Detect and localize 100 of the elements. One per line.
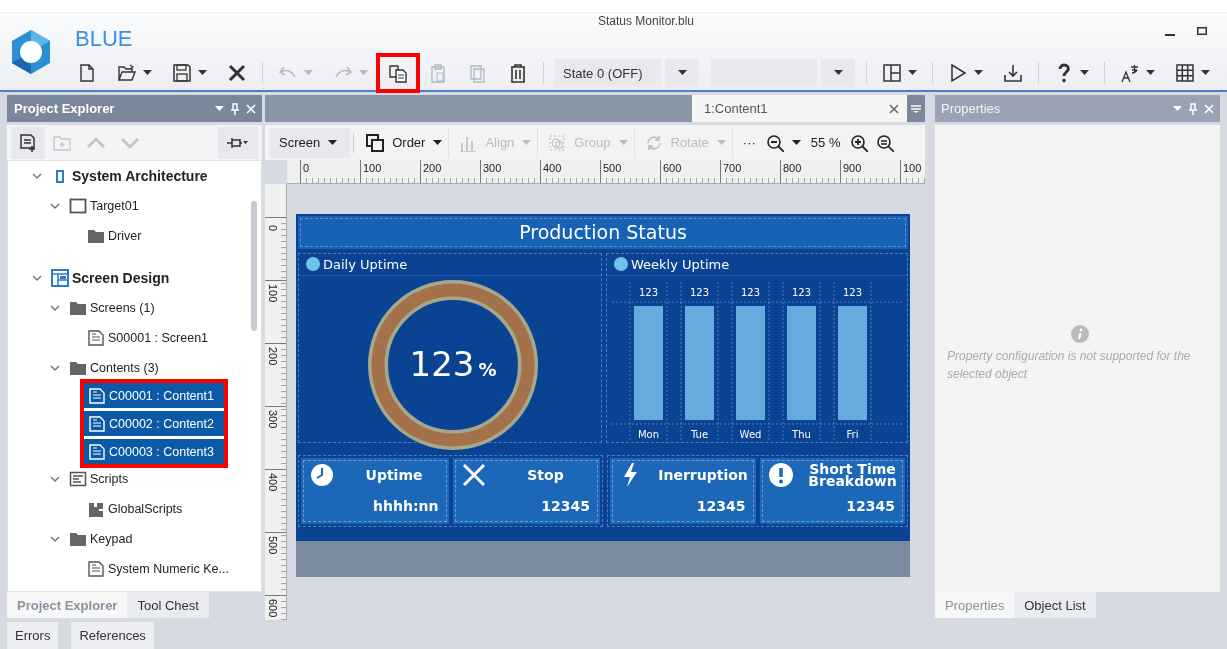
caret-icon[interactable] — [908, 70, 917, 76]
caret-icon[interactable] — [677, 70, 687, 76]
component-icon — [56, 169, 64, 183]
caret-icon[interactable] — [833, 70, 843, 76]
caret-icon[interactable] — [143, 70, 152, 76]
page-icon — [88, 442, 106, 461]
day-label: Wed — [739, 429, 762, 440]
stat-value: 12345 — [695, 497, 747, 514]
script-window-icon — [69, 470, 87, 488]
tree-item-label: C00001 : Content1 — [109, 388, 214, 403]
caret-icon[interactable] — [1201, 70, 1210, 76]
scrollbar-thumb[interactable] — [251, 201, 257, 331]
tree-item[interactable]: System Architecture — [49, 164, 226, 188]
ruler-label: 100 — [363, 162, 382, 174]
tree-item[interactable]: Contents (3) — [67, 355, 177, 381]
app-name: BLUE — [74, 26, 133, 53]
caret-icon[interactable] — [974, 70, 983, 76]
chevron-icon[interactable] — [31, 170, 43, 182]
stat-value: 12345 — [845, 497, 896, 514]
close-icon[interactable] — [889, 103, 899, 114]
caret-icon[interactable] — [1146, 70, 1155, 76]
tree-item[interactable]: Scripts — [67, 466, 147, 492]
panel-tab[interactable]: Object List — [1014, 592, 1096, 618]
chevron-icon[interactable] — [49, 533, 61, 545]
ruler-label: 200 — [423, 162, 442, 174]
puzzle-icon — [87, 500, 105, 518]
save-icon — [172, 63, 192, 83]
tree-item-label: System Architecture — [72, 168, 208, 184]
tree-item[interactable]: Screen Design — [49, 265, 188, 291]
clipboard-icon — [428, 63, 448, 83]
ruler-label: 600 — [267, 599, 279, 618]
stat-label: Inerruption — [657, 469, 748, 481]
x-mark-icon — [461, 463, 486, 487]
folder-icon — [69, 299, 87, 317]
tree-item[interactable]: GlobalScripts — [85, 496, 201, 522]
tree-item[interactable]: System Numeric Ke... — [85, 556, 247, 582]
order-button[interactable]: Order — [360, 127, 450, 158]
tree-item-label: Screens (1) — [90, 301, 155, 315]
caret-icon[interactable] — [328, 139, 338, 146]
document-tab[interactable]: 1:Content1 — [692, 95, 907, 122]
tree-item[interactable]: Screens (1) — [67, 295, 173, 321]
toolbar-button[interactable] — [376, 53, 420, 93]
day-label: Mon — [637, 429, 660, 440]
screen-title: Production Status — [298, 216, 908, 249]
maximize-icon[interactable] — [1197, 27, 1207, 35]
download-icon — [1003, 63, 1023, 83]
font-size-icon — [1120, 63, 1140, 83]
copy-icon — [388, 63, 408, 83]
tab-list-icon[interactable] — [911, 104, 921, 113]
layout-icon — [882, 63, 902, 83]
ruler-label: 100 — [267, 284, 279, 303]
day-label: Tue — [690, 429, 709, 440]
page-icon — [87, 560, 105, 578]
screen-layout-icon — [51, 269, 69, 287]
tree-item[interactable]: C00002 : Content2 — [84, 411, 224, 436]
ruler-label: 500 — [267, 536, 279, 555]
tree-item[interactable]: S00001 : Screen1 — [85, 325, 227, 351]
ruler-label: 700 — [723, 162, 742, 174]
monitor-icon — [69, 197, 87, 215]
tree-item-label: Target01 — [90, 199, 139, 213]
bar-value-label: 123 — [740, 287, 761, 298]
ruler-label: 900 — [843, 162, 862, 174]
clock-icon — [310, 463, 334, 487]
stat-label: Uptime — [364, 469, 424, 481]
trash-icon — [508, 63, 528, 83]
chevron-icon[interactable] — [49, 362, 61, 374]
add-item-icon[interactable] — [18, 132, 38, 153]
more-button[interactable]: ··· — [736, 135, 762, 150]
stat-value: 12345 — [540, 497, 591, 514]
caret-icon[interactable] — [791, 139, 801, 146]
page-icon — [88, 386, 106, 405]
tree-item[interactable]: Keypad — [67, 526, 151, 552]
close-icon — [227, 63, 247, 83]
tree-item[interactable]: C00003 : Content3 — [84, 439, 224, 464]
chevron-icon[interactable] — [49, 200, 61, 212]
caret-icon[interactable] — [198, 70, 207, 76]
exclamation-icon — [768, 463, 793, 487]
rotate-icon — [644, 133, 663, 152]
panel-tab[interactable]: Tool Chest — [127, 592, 209, 618]
state-select[interactable]: State 0 (OFF) — [555, 59, 661, 87]
panel-title: Properties — [941, 101, 1001, 116]
zoom-fit-icon[interactable] — [876, 133, 895, 152]
caret-icon[interactable] — [1080, 70, 1089, 76]
chevron-icon[interactable] — [31, 272, 43, 284]
tree-item[interactable]: C00001 : Content1 — [84, 383, 224, 408]
panel-tab[interactable]: References — [71, 622, 154, 649]
chevron-icon[interactable] — [49, 302, 61, 314]
chevron-icon[interactable] — [49, 473, 61, 485]
zoom-level[interactable]: 55 % — [804, 135, 847, 150]
play-icon — [948, 63, 968, 83]
tree-item-label: C00003 : Content3 — [109, 444, 214, 459]
panel-tab[interactable]: Errors — [7, 622, 59, 649]
tree-item-label: Keypad — [90, 532, 133, 546]
folder-icon — [87, 227, 105, 245]
tree-item-label: System Numeric Ke... — [108, 562, 229, 576]
tree-item-label: Scripts — [90, 472, 129, 486]
zoom-in-icon[interactable] — [850, 133, 869, 152]
zoom-out-icon[interactable] — [765, 133, 784, 152]
tree-item[interactable]: Driver — [85, 223, 160, 249]
tree-item[interactable]: Target01 — [67, 193, 157, 219]
